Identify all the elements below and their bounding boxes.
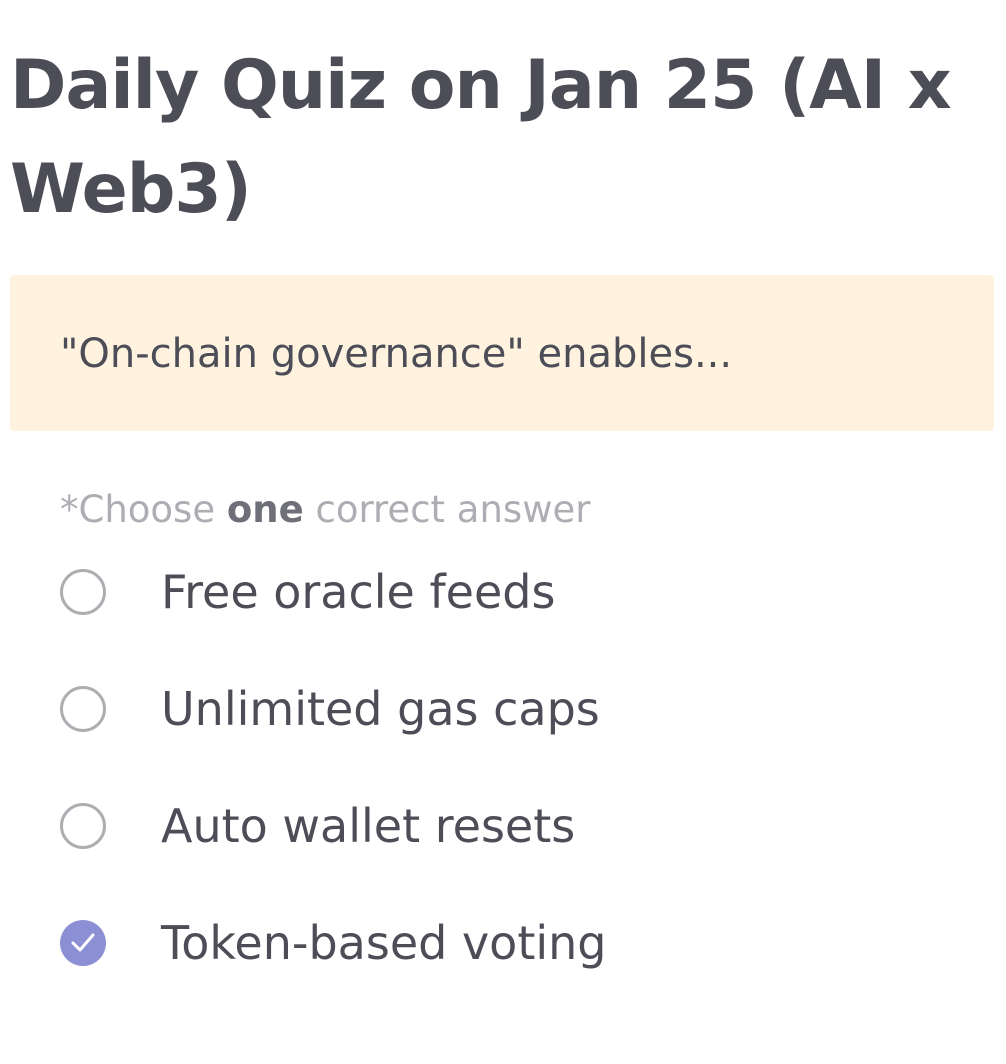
question-text: "On-chain governance" enables... (60, 331, 733, 377)
check-icon[interactable] (60, 920, 106, 966)
answer-option-2[interactable]: Unlimited gas caps (58, 681, 958, 741)
radio-unchecked-icon[interactable] (60, 686, 106, 732)
instruction-emphasis: one (226, 488, 304, 531)
answer-option-label: Free oracle feeds (161, 565, 556, 619)
page-title-line-2: Web3) (10, 150, 252, 229)
check-mark-icon (71, 933, 95, 952)
page-title: Daily Quiz on Jan 25 (AI x Web3) (10, 34, 990, 242)
instruction-suffix: correct answer (303, 488, 591, 531)
answer-option-label: Unlimited gas caps (161, 682, 600, 736)
answer-option-label: Auto wallet resets (161, 799, 576, 853)
answer-option-3[interactable]: Auto wallet resets (58, 798, 958, 858)
answer-option-label: Token-based voting (161, 916, 607, 970)
instruction-prefix: *Choose (60, 488, 227, 531)
radio-unchecked-icon[interactable] (60, 569, 106, 615)
answer-option-1[interactable]: Free oracle feeds (58, 564, 958, 624)
radio-unchecked-icon[interactable] (60, 803, 106, 849)
question-box: "On-chain governance" enables... (10, 275, 994, 431)
answer-instruction: *Choose one correct answer (60, 487, 590, 533)
page-title-line-1: Daily Quiz on Jan 25 (AI x (10, 46, 952, 125)
answer-option-4[interactable]: Token-based voting (58, 915, 958, 975)
